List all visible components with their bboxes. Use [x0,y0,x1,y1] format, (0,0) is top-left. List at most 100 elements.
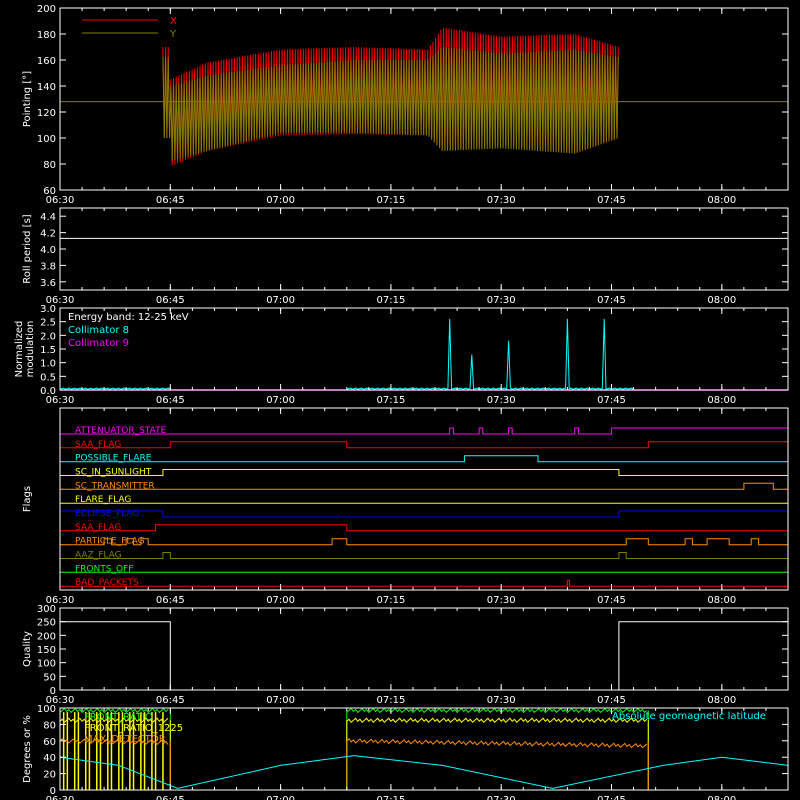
legend-label: FRONT_RATIO [84,712,153,723]
x-tick-label: 06:45 [156,295,185,306]
summary-chart-canvas: 06:30 06:45 07:00 07:15 07:30 07:45 08:0060801… [14,4,789,800]
y-tick-label: 160 [37,56,56,67]
flag-label: SAA_FLAG [75,440,121,450]
flag-trace [60,552,788,559]
flag-label: SC_IN_SUNLIGHT [75,468,152,478]
y-tick-label: 40 [43,753,56,764]
x-tick-label: 07:15 [376,295,405,306]
y-axis-label: Quality [22,631,33,667]
flag-label: ECLIPSE_FLAG [75,509,139,519]
flag-trace [60,427,789,435]
y-axis-label: Flags [22,486,33,512]
y-tick-label: 60 [43,737,56,748]
y-axis-label: Normalized [14,321,25,378]
x-tick-label: 07:00 [266,795,295,800]
y-tick-label: 2.5 [40,318,56,329]
x-tick-label: 07:15 [376,695,405,706]
collimator-8-line [59,387,171,390]
x-tick-label: 07:00 [266,695,295,706]
flag-label: SC_TRANSMITTER [75,481,155,491]
y-tick-label: 200 [37,631,56,642]
y-tick-label: 80 [43,160,56,171]
y-tick-label: 1.0 [40,359,56,370]
y-tick-label: 200 [37,4,56,15]
flag-label: AAZ_FLAG [75,551,122,561]
y-tick-label: 4.4 [40,212,56,223]
x-tick-label: 08:00 [707,195,736,206]
y-axis-label: Roll period [s] [22,214,33,283]
flag-trace [60,524,788,532]
x-tick-label: 07:15 [376,395,405,406]
ratio-series-line [346,738,648,749]
x-tick-label: 07:15 [376,195,405,206]
y-tick-label: 180 [37,30,56,41]
legend-label: Collimator 8 [68,325,129,336]
geomagnetic-latitude-line [59,755,789,789]
y-tick-label: 0 [50,686,56,697]
energy-band-annotation: Energy band: 12-25 keV [68,312,189,323]
y-tick-label: 0 [50,786,56,797]
x-tick-label: 07:15 [376,595,405,606]
flag-trace [60,538,788,546]
y-axis-label: Degrees or % [22,715,33,783]
ratio-series-line [346,707,648,714]
x-tick-label: 06:45 [156,195,185,206]
x-tick-label: 07:45 [597,695,626,706]
x-tick-label: 07:30 [487,695,516,706]
flag-trace [60,455,788,463]
y-tick-label: 3.0 [40,304,56,315]
y-tick-label: 250 [37,618,56,629]
y-tick-label: 4.2 [40,229,56,240]
y-tick-label: 2.0 [40,331,56,342]
legend-label: Collimator 9 [68,338,129,349]
legend-label: MAX_DETECTOR [84,734,166,745]
y-tick-label: 3.8 [40,261,56,272]
x-tick-label: 07:45 [597,395,626,406]
panel-frame-5 [59,607,789,691]
x-tick-label: 07:30 [487,395,516,406]
y-tick-label: 140 [37,82,56,93]
flag-label: FRONTS_OFF [75,564,133,574]
panel-frame-2 [59,207,789,291]
y-tick-label: 100 [37,704,56,715]
y-tick-label: 3.6 [40,278,56,289]
x-tick-label: 07:45 [597,795,626,800]
y-tick-label: 0.0 [40,386,56,397]
x-tick-label: 06:45 [156,795,185,800]
x-tick-label: 07:00 [266,195,295,206]
x-tick-label: 07:30 [487,595,516,606]
y-tick-label: 100 [37,134,56,145]
x-tick-label: 07:30 [487,795,516,800]
y-tick-label: 50 [43,672,56,683]
latitude-annotation: Absolute geomagnetic latitude [612,711,766,722]
y-axis-label: modulation [25,321,36,378]
flag-label: BAD_PACKETS [75,578,139,588]
flag-trace [60,579,788,587]
x-tick-label: 07:45 [597,295,626,306]
pointing-series-y-line [162,47,619,161]
y-tick-label: 4.0 [40,245,56,256]
x-tick-label: 06:45 [156,395,185,406]
y-tick-label: 60 [43,186,56,197]
flag-trace [60,441,789,449]
flag-trace [60,482,788,490]
x-tick-label: 07:30 [487,295,516,306]
legend-label: Y [169,29,177,40]
x-tick-label: 06:45 [156,695,185,706]
x-tick-label: 07:30 [487,195,516,206]
y-tick-label: 1.5 [40,345,56,356]
x-tick-label: 08:00 [707,795,736,800]
y-tick-label: 150 [37,645,56,656]
y-tick-label: 20 [43,770,56,781]
flag-label: ATTENUATOR_STATE [75,426,167,436]
x-tick-label: 08:00 [707,595,736,606]
x-tick-label: 07:15 [376,795,405,800]
y-tick-label: 80 [43,720,56,731]
x-tick-label: 06:45 [156,595,185,606]
flag-label: SAA_FLAG [75,523,121,533]
panel-frame-4 [59,407,789,591]
x-tick-label: 07:45 [597,195,626,206]
legend-label: FRONT_RATIO_1225 [84,723,183,734]
collimator-8-line [346,318,634,391]
legend-label: X [170,16,177,27]
